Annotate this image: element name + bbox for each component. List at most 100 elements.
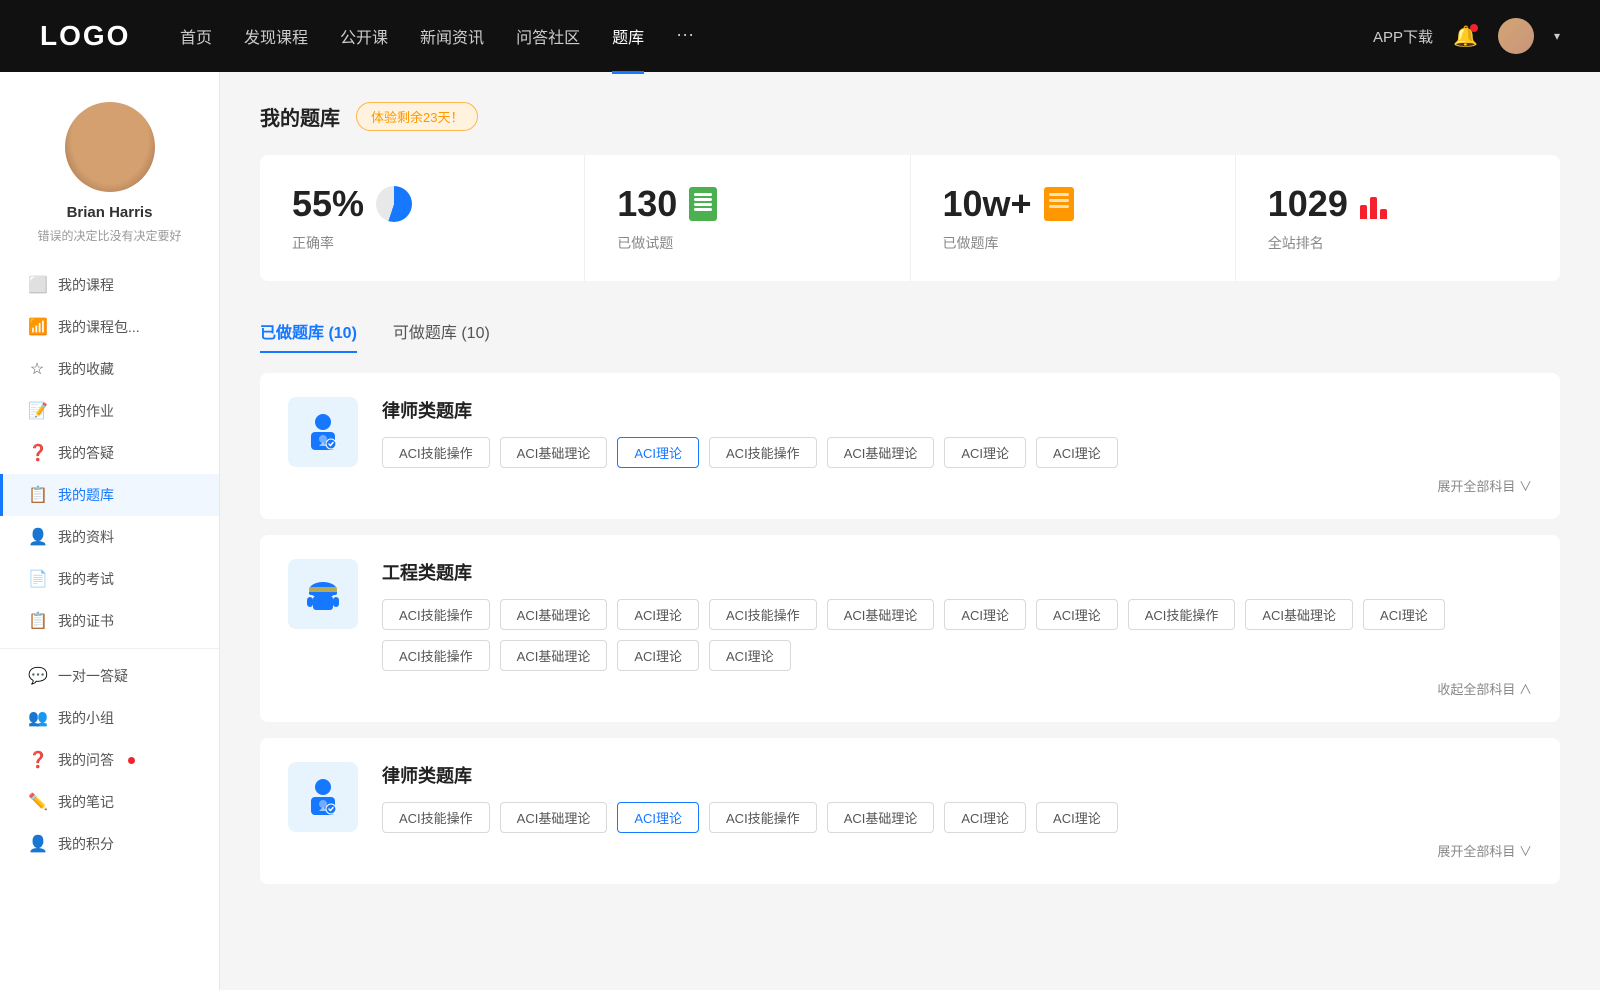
bank-tag[interactable]: ACI基础理论 (500, 640, 608, 671)
bank-tag[interactable]: ACI技能操作 (709, 802, 817, 833)
bank-tag[interactable]: ACI理论 (709, 640, 791, 671)
sidebar-item-course-package[interactable]: 📶 我的课程包... (0, 306, 219, 348)
bank-tag[interactable]: ACI理论 (617, 640, 699, 671)
stat-ranking: 1029 全站排名 (1236, 155, 1560, 281)
bank-tag[interactable]: ACI基础理论 (500, 437, 608, 468)
nav-more[interactable]: ··· (676, 24, 694, 48)
bank-tag[interactable]: ACI基础理论 (827, 599, 935, 630)
app-download-button[interactable]: APP下载 (1373, 26, 1433, 47)
sidebar-item-label: 我的课程 (58, 275, 114, 295)
bank-tags-2: ACI技能操作 ACI基础理论 ACI理论 ACI技能操作 ACI基础理论 AC… (382, 599, 1532, 671)
bank-icon-lawyer-2 (288, 762, 358, 832)
engineer-icon (301, 572, 345, 616)
bank-tag[interactable]: ACI基础理论 (827, 802, 935, 833)
sidebar-item-points[interactable]: 👤 我的积分 (0, 823, 219, 865)
sidebar-item-homework[interactable]: 📝 我的作业 (0, 390, 219, 432)
sidebar-item-profile[interactable]: 👤 我的资料 (0, 516, 219, 558)
nav-discover[interactable]: 发现课程 (244, 24, 308, 48)
bank-tag[interactable]: ACI理论 (617, 599, 699, 630)
nav-home[interactable]: 首页 (180, 24, 212, 48)
bank-tag[interactable]: ACI基础理论 (827, 437, 935, 468)
sidebar-item-label: 我的证书 (58, 611, 114, 631)
qa-icon: ❓ (28, 750, 46, 770)
bank-tag[interactable]: ACI理论 (944, 802, 1026, 833)
sidebar-item-label: 我的积分 (58, 834, 114, 854)
bank-tag[interactable]: ACI技能操作 (382, 802, 490, 833)
course-package-icon: 📶 (28, 317, 46, 337)
sidebar-item-exam[interactable]: 📄 我的考试 (0, 558, 219, 600)
bank-tag[interactable]: ACI理论 (1036, 802, 1118, 833)
bank-tag[interactable]: ACI技能操作 (382, 437, 490, 468)
stat-label-banks: 已做题库 (943, 233, 1203, 253)
lawyer-icon-2 (301, 775, 345, 819)
stat-value-banks: 10w+ (943, 183, 1032, 225)
question-icon: ❓ (28, 443, 46, 463)
bank-tag[interactable]: ACI技能操作 (382, 640, 490, 671)
nav-qa[interactable]: 问答社区 (516, 24, 580, 48)
stat-value-accuracy: 55% (292, 183, 364, 225)
sidebar-item-label: 我的答疑 (58, 443, 114, 463)
bank-title-1: 律师类题库 (382, 397, 1532, 423)
sidebar-item-certificate[interactable]: 📋 我的证书 (0, 600, 219, 642)
nav-questionbank[interactable]: 题库 (612, 24, 644, 48)
stat-top-banks: 10w+ (943, 183, 1203, 225)
stats-row: 55% 正确率 130 已做试题 10w+ 已做题库 (260, 155, 1560, 281)
avatar-image (1498, 18, 1534, 54)
sidebar-item-group[interactable]: 👥 我的小组 (0, 697, 219, 739)
nav-open-course[interactable]: 公开课 (340, 24, 388, 48)
group-icon: 👥 (28, 708, 46, 728)
profile-icon: 👤 (28, 527, 46, 547)
tabs-row: 已做题库 (10) 可做题库 (10) (260, 309, 1560, 353)
bank-tag[interactable]: ACI基础理论 (1245, 599, 1353, 630)
notes-icon: ✏️ (28, 792, 46, 812)
sidebar-item-notes[interactable]: ✏️ 我的笔记 (0, 781, 219, 823)
sidebar-avatar (65, 102, 155, 192)
bank-icon-lawyer (288, 397, 358, 467)
document-icon (689, 187, 717, 221)
bank-tag[interactable]: ACI技能操作 (382, 599, 490, 630)
course-icon: ⬜ (28, 275, 46, 295)
page-layout: Brian Harris 错误的决定比没有决定要好 ⬜ 我的课程 📶 我的课程包… (0, 72, 1600, 990)
page-header: 我的题库 体验剩余23天！ (260, 102, 1560, 131)
tab-done-banks[interactable]: 已做题库 (10) (260, 309, 357, 353)
sidebar-divider (0, 648, 219, 649)
expand-link-3[interactable]: 展开全部科目 ∨ (382, 841, 1532, 860)
tab-available-banks[interactable]: 可做题库 (10) (393, 309, 490, 353)
bank-tag[interactable]: ACI技能操作 (1128, 599, 1236, 630)
chat-icon: 💬 (28, 666, 46, 686)
bank-tag[interactable]: ACI理论 (1036, 599, 1118, 630)
nav-news[interactable]: 新闻资讯 (420, 24, 484, 48)
sidebar-item-one-on-one[interactable]: 💬 一对一答疑 (0, 655, 219, 697)
chevron-down-icon[interactable]: ▾ (1554, 29, 1560, 43)
sidebar-item-questions[interactable]: ❓ 我的答疑 (0, 432, 219, 474)
avatar[interactable] (1498, 18, 1534, 54)
sidebar-item-label: 我的作业 (58, 401, 114, 421)
bank-tag[interactable]: ACI基础理论 (500, 802, 608, 833)
bank-tag[interactable]: ACI技能操作 (709, 437, 817, 468)
stat-accuracy: 55% 正确率 (260, 155, 585, 281)
certificate-icon: 📋 (28, 611, 46, 631)
sidebar-item-my-course[interactable]: ⬜ 我的课程 (0, 264, 219, 306)
bank-content-3: 律师类题库 ACI技能操作 ACI基础理论 ACI理论 ACI技能操作 ACI基… (382, 762, 1532, 860)
bank-tag[interactable]: ACI理论 (944, 599, 1026, 630)
pie-chart-icon (376, 186, 412, 222)
bank-tag[interactable]: ACI技能操作 (709, 599, 817, 630)
sidebar-item-favorites[interactable]: ☆ 我的收藏 (0, 348, 219, 390)
bank-tag-active[interactable]: ACI理论 (617, 802, 699, 833)
page-title: 我的题库 (260, 102, 340, 131)
bank-tag[interactable]: ACI理论 (1036, 437, 1118, 468)
stat-top-done: 130 (617, 183, 877, 225)
bank-tag[interactable]: ACI理论 (1363, 599, 1445, 630)
expand-link-1[interactable]: 展开全部科目 ∨ (382, 476, 1532, 495)
sidebar-item-questionbank[interactable]: 📋 我的题库 (0, 474, 219, 516)
bank-title-3: 律师类题库 (382, 762, 1532, 788)
notification-bell-icon[interactable]: 🔔 (1453, 24, 1478, 49)
bank-tag-active[interactable]: ACI理论 (617, 437, 699, 468)
bank-tag[interactable]: ACI理论 (944, 437, 1026, 468)
stat-label-ranking: 全站排名 (1268, 233, 1528, 253)
bank-card-engineer: 工程类题库 ACI技能操作 ACI基础理论 ACI理论 ACI技能操作 ACI基… (260, 535, 1560, 722)
sidebar-item-my-qa[interactable]: ❓ 我的问答 (0, 739, 219, 781)
bank-tag[interactable]: ACI基础理论 (500, 599, 608, 630)
stat-label-done: 已做试题 (617, 233, 877, 253)
expand-link-2[interactable]: 收起全部科目 ∧ (382, 679, 1532, 698)
